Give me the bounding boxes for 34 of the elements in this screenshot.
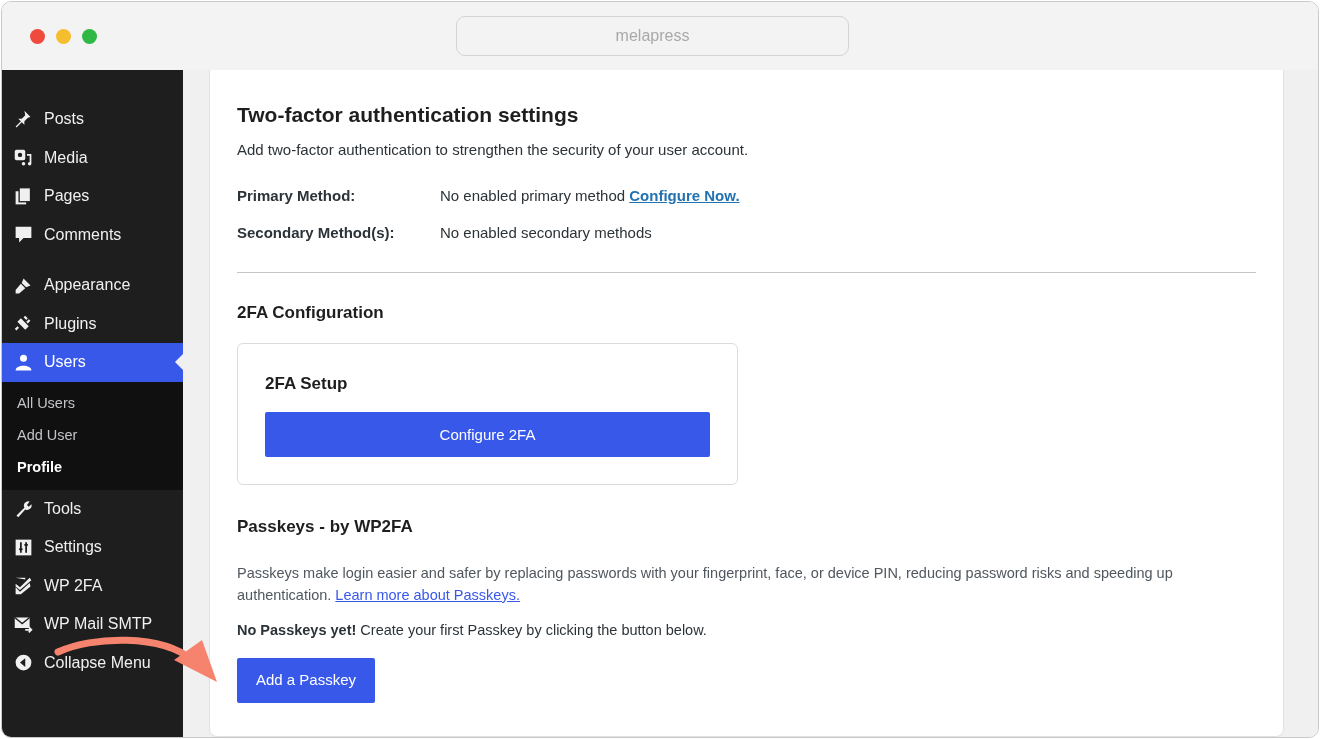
menu-item[interactable]: Tools: [2, 489, 183, 528]
method-value: No enabled primary method: [440, 185, 626, 206]
maximize-button[interactable]: [82, 28, 97, 44]
method-label: Secondary Method(s):: [237, 222, 396, 243]
subtitle: Add two-factor authentication to strengthen the security of your user account.: [237, 140, 750, 161]
configure-link[interactable]: Configure Now.: [629, 184, 740, 208]
menu-item[interactable]: WP Mail SMTP: [2, 605, 183, 644]
submenu-item[interactable]: Profile: [2, 451, 183, 484]
close-button[interactable]: [30, 28, 45, 44]
menu-item[interactable]: WP 2FA: [2, 566, 183, 605]
menu-item[interactable]: Pages: [2, 177, 183, 216]
submenu-item[interactable]: Add User: [2, 419, 183, 452]
description: Passkeys make login easier and safer by replacing passwords with your fingerprint, face, or device PIN, reducing password risks and speeding up authentication. Learn more about Passkeys.: [237, 563, 1174, 605]
notice-text: No Passkeys yet! Create your first Passkey by clicking the button below.: [237, 620, 708, 640]
page-title: Two-factor authentication settings: [237, 102, 580, 128]
checkmark-icon: [13, 575, 34, 597]
menu-item[interactable]: Appearance: [2, 266, 183, 305]
menu-item[interactable]: Users: [2, 343, 183, 382]
add-passkey-button[interactable]: Add a Passkey: [237, 657, 376, 703]
menu-item[interactable]: Comments: [2, 215, 183, 254]
method-label: Primary Method:: [237, 185, 357, 206]
configure-button[interactable]: Configure 2FA: [265, 412, 710, 458]
menu-item[interactable]: Collapse Menu: [2, 643, 183, 682]
section-heading: 2FA Configuration: [237, 302, 385, 324]
menu-item[interactable]: Posts: [2, 100, 183, 139]
menu-item[interactable]: Settings: [2, 528, 183, 567]
menu-item[interactable]: Media: [2, 138, 183, 177]
card-title: 2FA Setup: [265, 374, 349, 395]
minimize-button[interactable]: [56, 28, 71, 44]
section-heading: Passkeys - by WP2FA: [237, 517, 414, 538]
menu-item[interactable]: Plugins: [2, 304, 183, 343]
learn-more-link[interactable]: Learn more about Passkeys.: [335, 586, 520, 603]
method-value: No enabled secondary methods: [440, 222, 652, 243]
submenu-item[interactable]: All Users: [2, 387, 183, 420]
